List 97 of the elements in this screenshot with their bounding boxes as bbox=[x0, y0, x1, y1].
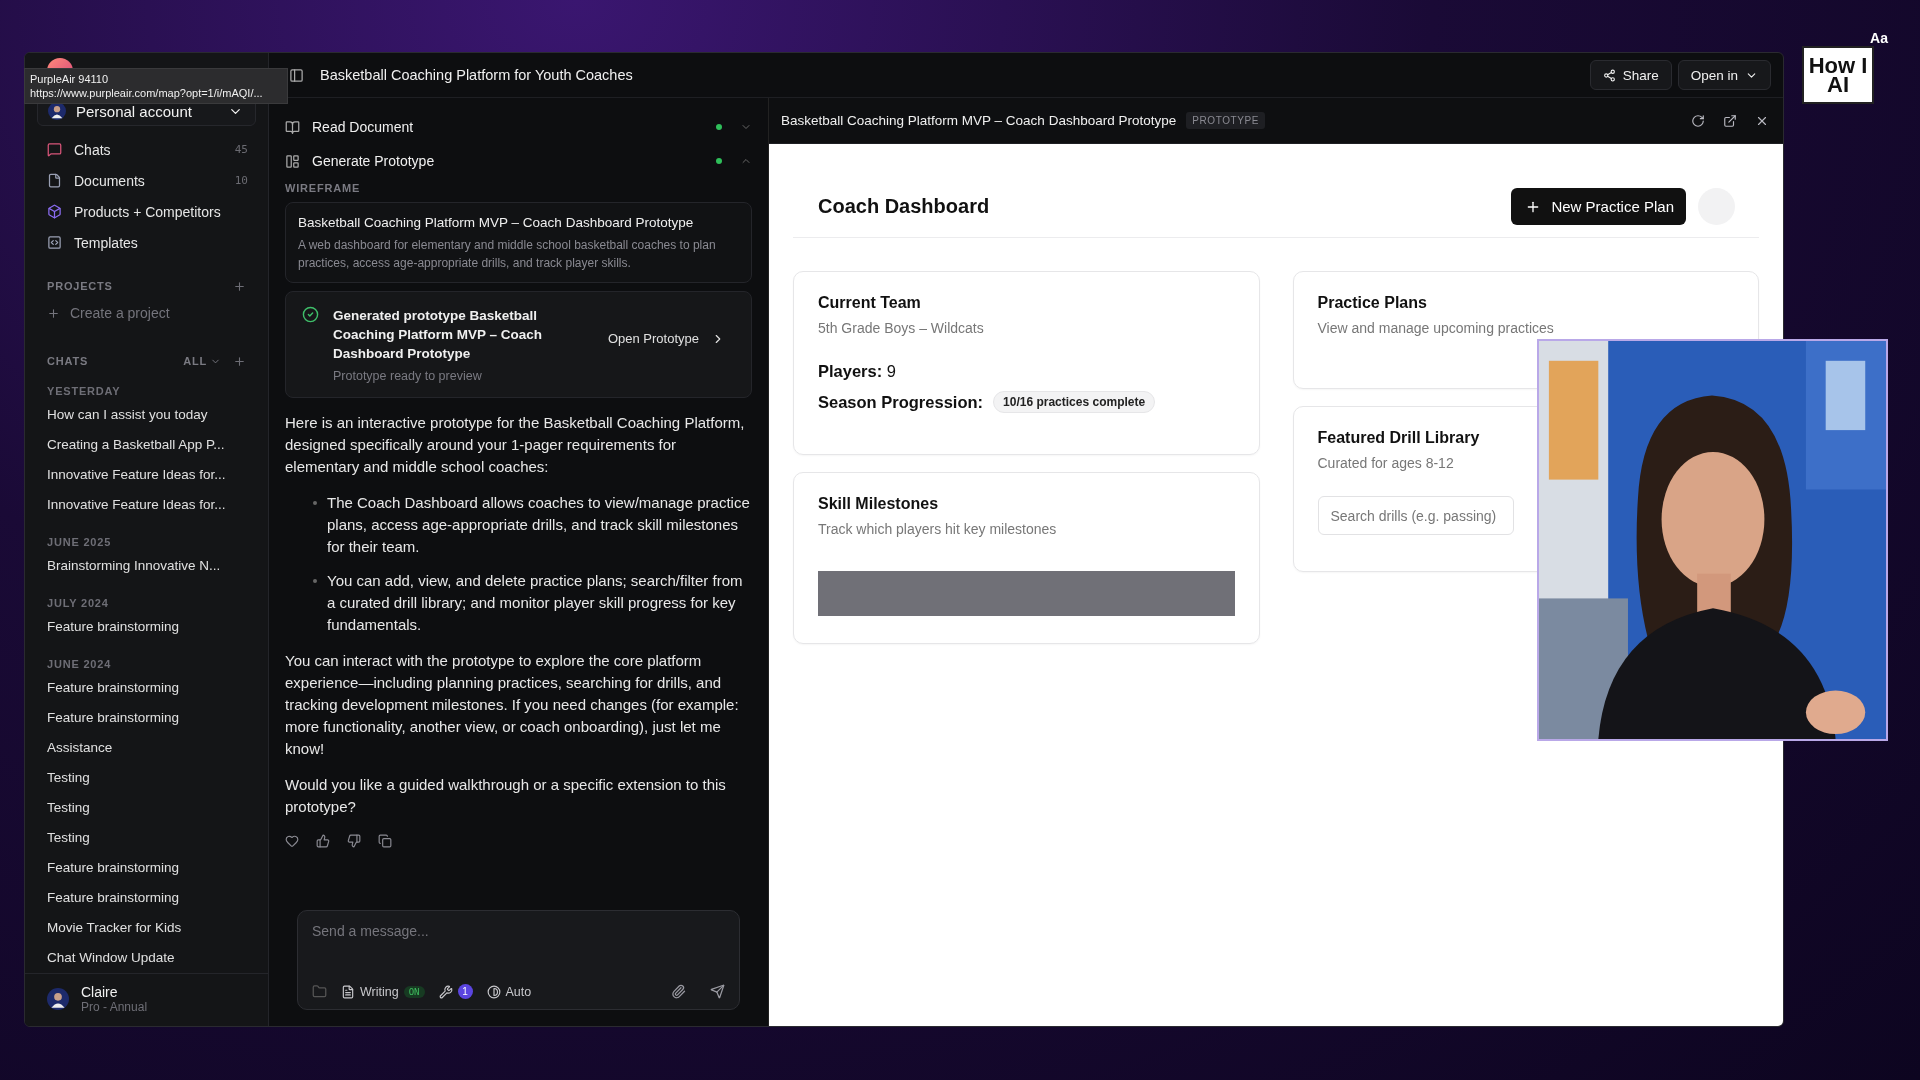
nav-count: 10 bbox=[234, 174, 248, 188]
result-title: Generated prototype Basketball Coaching Platform MVP – Coach Dashboard Prototype bbox=[333, 307, 544, 363]
group-label: JUNE 2025 bbox=[46, 535, 113, 550]
plus-icon bbox=[47, 306, 60, 320]
section-heading: PROJECTS bbox=[47, 280, 113, 293]
card-title: Basketball Coaching Platform MVP – Coach Dashboard Prototype bbox=[298, 215, 695, 230]
cube-icon bbox=[47, 204, 62, 220]
chat-bubble-icon bbox=[47, 142, 62, 158]
model-selector[interactable]: Auto bbox=[486, 984, 532, 999]
add-icon[interactable] bbox=[233, 354, 246, 368]
message-paragraph: Here is an interactive prototype for the Basketball Coaching Platform, designed specifically around your 1-pager requirements for elementary and middle school coaches: bbox=[285, 413, 746, 477]
chat-item[interactable]: Testing bbox=[37, 763, 256, 793]
add-icon[interactable] bbox=[233, 279, 246, 293]
card-subtitle: View and manage upcoming practices bbox=[1317, 320, 1555, 336]
card-title: Featured Drill Library bbox=[1317, 429, 1481, 447]
tools-button[interactable]: 1 bbox=[438, 984, 473, 999]
template-icon bbox=[47, 235, 62, 251]
open-in-button[interactable]: Open in bbox=[1677, 60, 1771, 90]
step-row[interactable]: Read Document bbox=[285, 110, 752, 144]
layout-icon bbox=[285, 153, 300, 169]
prototype-badge: PROTOTYPE bbox=[1186, 112, 1266, 129]
document-icon bbox=[47, 173, 62, 189]
tooltip-title: PurpleAir 94110 bbox=[30, 72, 109, 86]
copy-icon[interactable] bbox=[378, 834, 392, 848]
chat-item[interactable]: Creating a Basketball App P... bbox=[37, 430, 256, 460]
chat-item[interactable]: Testing bbox=[37, 793, 256, 823]
paperclip-icon[interactable] bbox=[671, 984, 686, 999]
nav-item[interactable]: Chats 45 bbox=[37, 135, 256, 164]
players-stat: Players: 9 bbox=[818, 362, 897, 381]
card-title: Practice Plans bbox=[1317, 294, 1428, 312]
nav-item[interactable]: Templates bbox=[37, 228, 256, 257]
thumbs-down-icon[interactable] bbox=[347, 834, 361, 848]
writing-toggle[interactable]: Writing ON bbox=[341, 984, 425, 999]
progress-label: Season Progression: bbox=[818, 392, 984, 412]
card-description: A web dashboard for elementary and middle school basketball coaches to plan practices, access age-appropriate drills, and track player skills. bbox=[298, 237, 717, 272]
step-row[interactable]: Generate Prototype bbox=[285, 144, 752, 178]
bullet-dot bbox=[313, 579, 317, 583]
nav-count: 45 bbox=[234, 143, 248, 157]
open-prototype-button[interactable]: Open Prototype bbox=[607, 331, 735, 358]
card-subtitle: Track which players hit key milestones bbox=[818, 521, 1058, 537]
half-circle-icon bbox=[486, 984, 501, 999]
chat-item[interactable]: Innovative Feature Ideas for... bbox=[37, 490, 256, 520]
chat-item[interactable]: Testing bbox=[37, 823, 256, 853]
check-circle-icon bbox=[302, 306, 319, 323]
user-name: Claire bbox=[81, 984, 119, 1000]
chat-item[interactable]: Feature brainstorming bbox=[37, 883, 256, 913]
chat-item[interactable]: Feature brainstorming bbox=[37, 612, 256, 642]
card-subtitle: Curated for ages 8-12 bbox=[1317, 455, 1455, 471]
section-label: WIREFRAME bbox=[285, 182, 362, 194]
sidebar-toggle-icon[interactable] bbox=[289, 67, 304, 83]
chat-item[interactable]: Feature brainstorming bbox=[37, 673, 256, 703]
group-label: JULY 2024 bbox=[46, 596, 110, 611]
chat-item[interactable]: Feature brainstorming bbox=[37, 853, 256, 883]
preview-title: Basketball Coaching Platform MVP – Coach Dashboard Prototype bbox=[781, 113, 1177, 128]
nav-item[interactable]: Products + Competitors bbox=[37, 197, 256, 226]
thumbs-up-icon[interactable] bbox=[316, 834, 330, 848]
message-paragraph: You can interact with the prototype to explore the core platform experience—including planning practices, searching for drills, and tracking development milestones. If you need changes (for example: more functionality, another view, or coach onboarding), just let me know! bbox=[285, 651, 740, 759]
section-heading: CHATS bbox=[47, 355, 89, 368]
chat-item[interactable]: Assistance bbox=[37, 733, 256, 763]
group-label: YESTERDAY bbox=[46, 384, 122, 399]
chat-item[interactable]: Feature brainstorming bbox=[37, 703, 256, 733]
bullet-text: The Coach Dashboard allows coaches to view/manage practice plans, access age-appropriate drills, and track skill milestones for their team. bbox=[327, 493, 751, 557]
card-title: Current Team bbox=[818, 294, 922, 312]
user-avatar bbox=[47, 988, 69, 1010]
share-icon bbox=[1602, 68, 1616, 82]
document-icon bbox=[341, 984, 355, 999]
result-subtitle: Prototype ready to preview bbox=[333, 369, 483, 383]
bullet-text: You can add, view, and delete practice plans; search/filter from a curated drill library; and monitor player skill progress for key fundamentals. bbox=[327, 571, 744, 635]
refresh-icon[interactable] bbox=[1691, 113, 1705, 128]
card-title: Skill Milestones bbox=[818, 495, 940, 513]
search-field[interactable]: Search drills (e.g. passing) bbox=[1317, 496, 1514, 535]
bullet-dot bbox=[313, 501, 317, 505]
create-project-button[interactable]: Create a project bbox=[37, 303, 256, 324]
logo-text: How I AI bbox=[1802, 46, 1874, 104]
user-plan: Pro - Annual bbox=[81, 1000, 148, 1014]
filter-dropdown[interactable]: ALL bbox=[183, 355, 221, 368]
message-paragraph: Would you like a guided walkthrough or a specific extension to this prototype? bbox=[285, 775, 727, 817]
chat-item[interactable]: Chat Window Update bbox=[37, 943, 256, 973]
chat-item[interactable]: Innovative Feature Ideas for... bbox=[37, 460, 256, 490]
chat-title: Basketball Coaching Platform for Youth Coaches bbox=[320, 67, 634, 83]
new-practice-plan-button[interactable]: New Practice Plan bbox=[1511, 188, 1686, 225]
progress-badge: 10/16 practices complete bbox=[993, 391, 1156, 413]
message-input[interactable]: Send a message... bbox=[312, 923, 725, 939]
chat-item[interactable]: Brainstorming Innovative N... bbox=[37, 551, 256, 581]
heart-icon[interactable] bbox=[285, 834, 299, 848]
book-icon bbox=[285, 119, 300, 135]
share-button[interactable]: Share bbox=[1589, 60, 1672, 90]
logo-corner-text: Aa bbox=[1870, 30, 1888, 46]
send-icon[interactable] bbox=[710, 984, 725, 999]
external-link-icon[interactable] bbox=[1723, 113, 1737, 128]
chat-item[interactable]: How can I assist you today bbox=[37, 400, 256, 430]
nav-item[interactable]: Documents 10 bbox=[37, 166, 256, 195]
wrench-icon bbox=[438, 984, 453, 999]
chat-item[interactable]: Movie Tracker for Kids bbox=[37, 913, 256, 943]
dashboard-title: Coach Dashboard bbox=[818, 195, 991, 218]
card-subtitle: 5th Grade Boys – Wildcats bbox=[818, 320, 985, 336]
group-label: JUNE 2024 bbox=[46, 657, 113, 672]
